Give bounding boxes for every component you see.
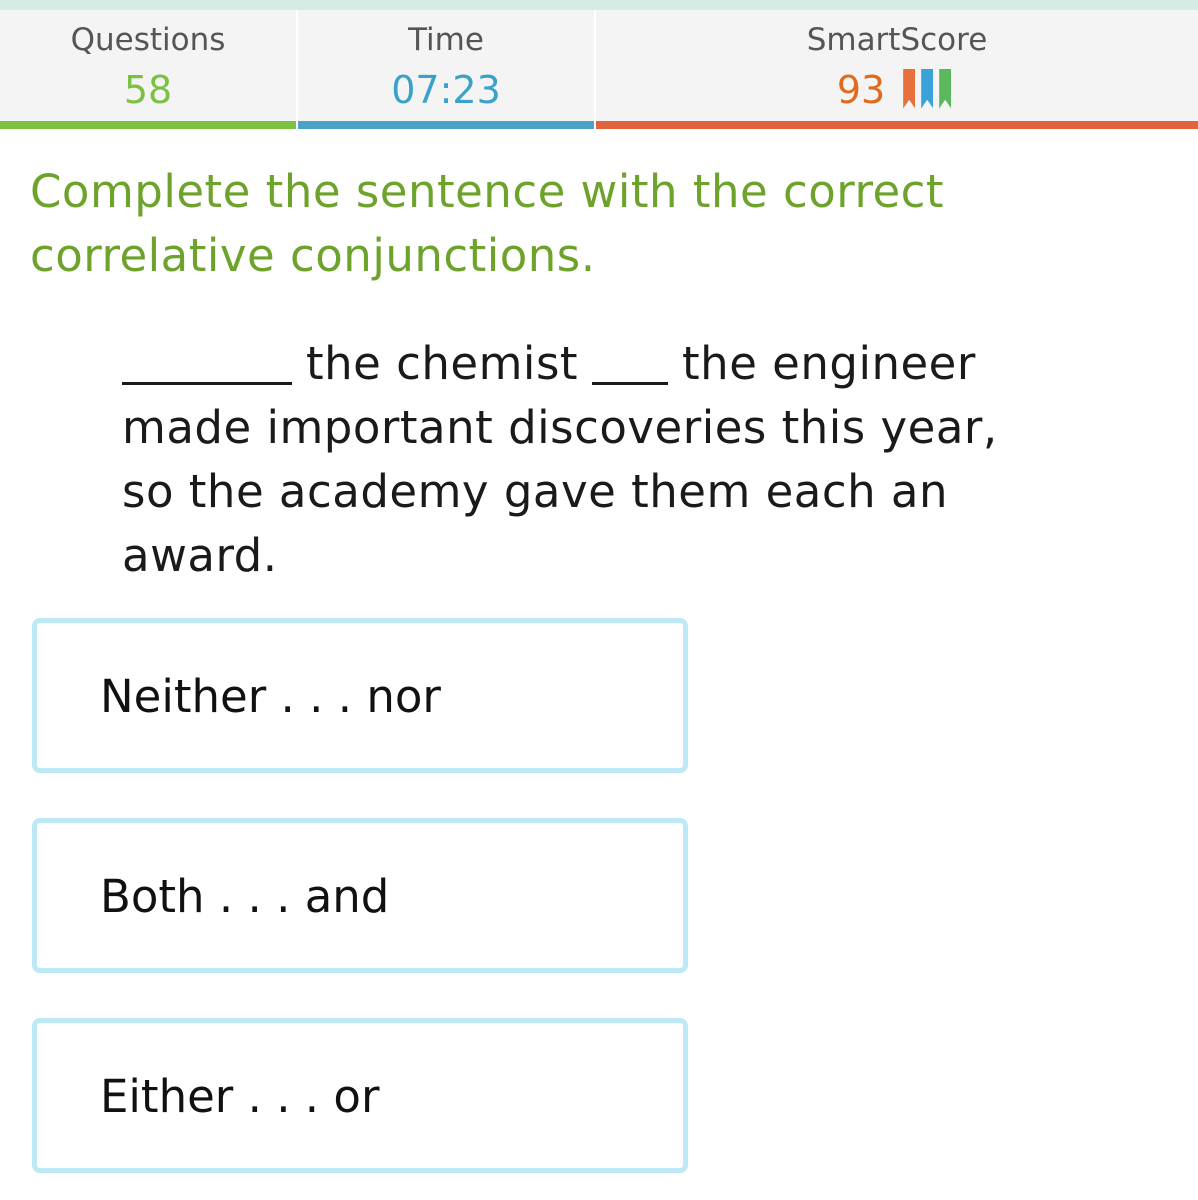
option-label: Either . . . or: [100, 1070, 380, 1123]
smartscore-underline: [596, 121, 1198, 129]
top-progress-strip: [0, 0, 1198, 10]
answer-option-either-or[interactable]: Either . . . or: [32, 1018, 688, 1173]
answer-blank-2: [592, 332, 669, 385]
question-sentence: the chemist the engineer made important d…: [122, 332, 1042, 588]
ribbon-green-icon: [939, 68, 952, 109]
questions-count: 58: [123, 68, 173, 112]
ribbon-blue-icon: [921, 68, 934, 109]
time-elapsed: 07:23: [391, 68, 501, 112]
time-stat: Time 07:23: [298, 10, 596, 129]
stats-bar: Questions 58 Time 07:23 SmartScore 93: [0, 10, 1198, 129]
option-label: Both . . . and: [100, 870, 390, 923]
smartscore-value: 93: [836, 68, 886, 112]
smartscore-value-row: 93: [596, 68, 1198, 113]
questions-stat: Questions 58: [0, 10, 298, 129]
ribbon-orange-icon: [903, 68, 916, 109]
time-label: Time: [408, 22, 484, 58]
smartscore-stat: SmartScore 93: [596, 10, 1198, 129]
option-label: Neither . . . nor: [100, 670, 441, 723]
answer-blank-1: [122, 332, 292, 385]
time-underline: [298, 121, 594, 129]
questions-label: Questions: [70, 22, 226, 58]
sentence-part-1: the chemist: [306, 337, 579, 390]
answer-option-both-and[interactable]: Both . . . and: [32, 818, 688, 973]
ribbon-icon: [903, 68, 957, 109]
answer-option-neither-nor[interactable]: Neither . . . nor: [32, 618, 688, 773]
questions-underline: [0, 121, 296, 129]
question-instruction: Complete the sentence with the correct c…: [30, 165, 945, 282]
smartscore-label: SmartScore: [806, 22, 988, 58]
